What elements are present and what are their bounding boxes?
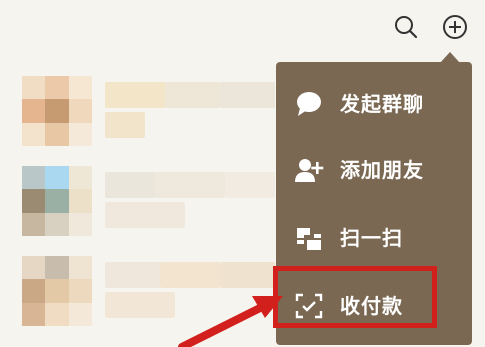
top-bar <box>0 0 485 60</box>
avatar <box>22 166 92 236</box>
menu-item-scan[interactable]: 扫一扫 <box>276 204 472 272</box>
chat-list-item[interactable] <box>0 70 275 155</box>
menu-item-label: 发起群聊 <box>340 92 424 116</box>
chat-list <box>0 60 275 347</box>
blurred-text <box>105 262 275 322</box>
menu-item-label: 添加朋友 <box>340 158 424 182</box>
menu-item-add-friend[interactable]: 添加朋友 <box>276 136 472 204</box>
add-friend-icon <box>295 159 324 182</box>
search-icon[interactable] <box>393 14 419 40</box>
highlight-box <box>273 266 437 328</box>
avatar <box>22 76 92 146</box>
avatar <box>22 256 92 326</box>
blurred-text <box>105 82 275 142</box>
blurred-text <box>105 172 275 232</box>
scan-icon <box>295 228 323 250</box>
plus-circle-icon[interactable] <box>442 14 468 40</box>
menu-item-label: 扫一扫 <box>340 226 403 250</box>
chat-bubble-icon <box>297 92 321 116</box>
chat-list-item[interactable] <box>0 250 275 335</box>
menu-item-start-group-chat[interactable]: 发起群聊 <box>276 70 472 138</box>
chat-list-item[interactable] <box>0 160 275 245</box>
